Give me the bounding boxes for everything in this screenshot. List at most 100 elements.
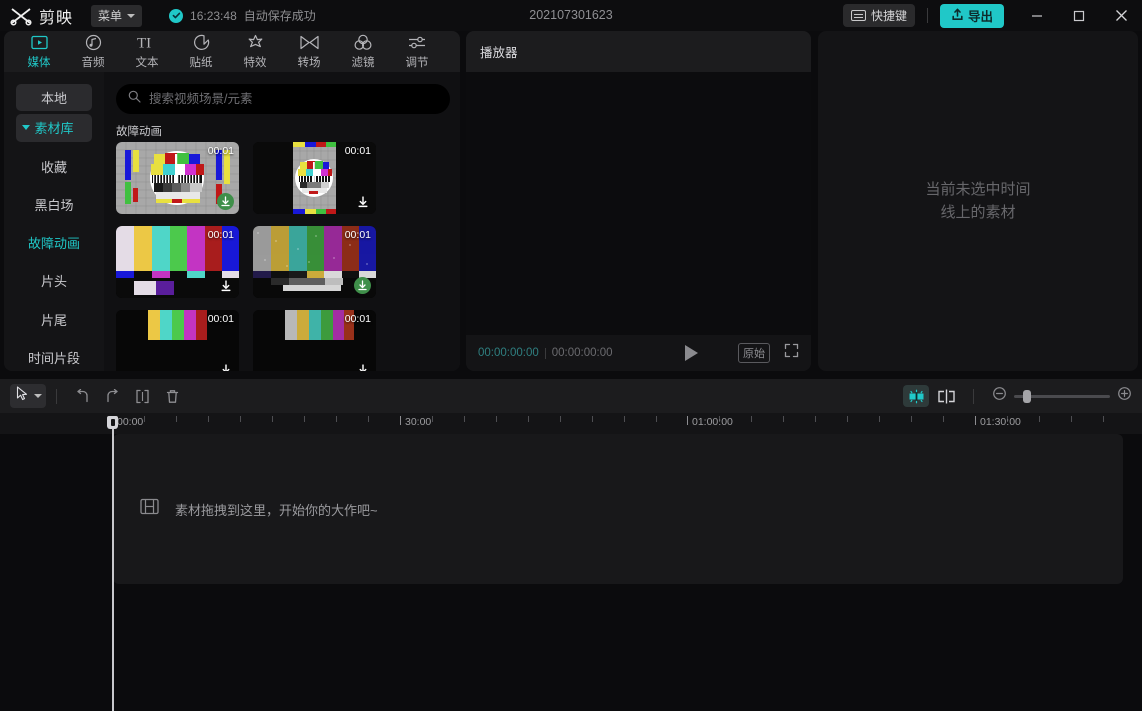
empty-line-2: 线上的素材	[925, 201, 1030, 224]
sidebar-item-label: 素材库	[34, 118, 73, 137]
inspector-empty-message: 当前未选中时间 线上的素材	[925, 178, 1030, 225]
tab-label: 贴纸	[190, 54, 213, 70]
upload-icon	[951, 8, 964, 24]
player-controls: 00:00:00:00 00:00:00:00 原始	[466, 335, 811, 371]
asset-cell[interactable]: 00:01	[116, 142, 239, 214]
delete-button[interactable]	[157, 384, 187, 408]
tab-filter[interactable]: 滤镜	[336, 31, 390, 72]
tab-label: 特效	[244, 54, 267, 70]
dropzone-label: 素材拖拽到这里，开始你的大作吧~	[175, 500, 378, 519]
sidebar-item-label: 时间片段	[28, 348, 80, 367]
tab-sticker[interactable]: 贴纸	[174, 31, 228, 72]
timeline-right-tools	[903, 384, 1132, 408]
timeline-area: 00:00 30:00 01:00:00 01:30:00 素材拖拽到这里，开始…	[0, 379, 1142, 711]
autosave-time: 16:23:48	[190, 9, 237, 23]
asset-duration: 00:01	[345, 229, 371, 241]
menu-button[interactable]: 菜单	[91, 5, 142, 27]
asset-duration: 00:01	[345, 313, 371, 325]
zoom-slider-handle[interactable]	[1023, 390, 1031, 403]
tab-transition[interactable]: 转场	[282, 31, 336, 72]
current-timecode: 00:00:00:00	[478, 347, 539, 359]
zoom-out-icon[interactable]	[992, 386, 1007, 406]
close-button[interactable]	[1100, 0, 1142, 31]
tab-adjust[interactable]: 调节	[390, 31, 444, 72]
ruler-label: 00:00	[117, 416, 143, 428]
tab-audio[interactable]: 音频	[66, 31, 120, 72]
sidebar-item-glitch[interactable]: 故障动画	[16, 229, 92, 256]
download-icon[interactable]	[354, 193, 371, 210]
shortcuts-button[interactable]: 快捷键	[843, 4, 915, 27]
download-icon[interactable]	[354, 361, 371, 371]
title-bar: 剪映 菜单 16:23:48 自动保存成功 202107301623 快捷键	[0, 0, 1142, 31]
sidebar-item-blackwhite[interactable]: 黑白场	[16, 191, 92, 218]
ruler-label: 01:30:00	[980, 416, 1021, 428]
titlebar-right-controls: 快捷键 导出	[843, 0, 1142, 31]
audio-note-icon	[85, 33, 102, 52]
divider	[973, 389, 974, 404]
sidebar-item-ending[interactable]: 片尾	[16, 306, 92, 333]
svg-text:TI: TI	[137, 36, 151, 51]
tab-text[interactable]: TI 文本	[120, 31, 174, 72]
maximize-button[interactable]	[1058, 0, 1100, 31]
sidebar-item-opening[interactable]: 片头	[16, 267, 92, 294]
sidebar-item-library[interactable]: 素材库	[16, 114, 92, 141]
asset-cell[interactable]: 00:01	[116, 310, 239, 371]
divider	[927, 8, 928, 23]
text-ti-icon: TI	[136, 33, 158, 52]
export-label: 导出	[968, 6, 993, 25]
download-icon[interactable]	[217, 361, 234, 371]
split-button[interactable]	[127, 384, 157, 408]
undo-button[interactable]	[67, 384, 97, 408]
autosave-text: 自动保存成功	[244, 7, 316, 24]
transition-icon	[300, 33, 319, 52]
quality-button[interactable]: 原始	[738, 343, 770, 363]
media-library-panel: 媒体 音频 TI 文本 贴纸	[4, 31, 460, 371]
library-body: 本地 素材库 收藏 黑白场 故障动画 片头	[4, 72, 460, 371]
cursor-icon	[16, 386, 29, 406]
asset-cell[interactable]: 00:01	[253, 310, 376, 371]
timeline-tracks: 素材拖拽到这里，开始你的大作吧~	[0, 434, 1142, 711]
tab-media[interactable]: 媒体	[12, 31, 66, 72]
search-icon	[128, 90, 141, 108]
jianying-window: 剪映 菜单 16:23:48 自动保存成功 202107301623 快捷键	[0, 0, 1142, 711]
asset-duration: 00:01	[208, 145, 234, 157]
playhead-handle[interactable]	[107, 416, 118, 429]
autosave-status: 16:23:48 自动保存成功	[169, 7, 316, 24]
tab-label: 调节	[406, 54, 429, 70]
timeline-dropzone[interactable]: 素材拖拽到这里，开始你的大作吧~	[113, 434, 1123, 584]
sidebar-item-label: 故障动画	[28, 233, 80, 252]
tab-label: 音频	[82, 54, 105, 70]
timeline-ruler[interactable]: 00:00 30:00 01:00:00 01:30:00	[0, 413, 1142, 434]
zoom-slider[interactable]	[1014, 395, 1110, 398]
asset-cell[interactable]: 00:01	[253, 226, 376, 298]
search-bar[interactable]	[116, 84, 450, 114]
divider	[56, 389, 57, 404]
auto-snap-button[interactable]	[903, 385, 929, 407]
asset-cell[interactable]: 00:01	[253, 142, 376, 214]
redo-button[interactable]	[97, 384, 127, 408]
effects-sparkle-icon	[247, 33, 264, 52]
fullscreen-icon[interactable]	[784, 343, 799, 363]
minimize-button[interactable]	[1016, 0, 1058, 31]
clip-mirror-button[interactable]	[931, 384, 961, 408]
select-tool-button[interactable]	[10, 384, 46, 408]
asset-cell[interactable]: 00:01	[116, 226, 239, 298]
search-input[interactable]	[149, 92, 438, 106]
download-icon[interactable]	[354, 277, 371, 294]
download-icon[interactable]	[217, 193, 234, 210]
asset-browser: 故障动画	[104, 72, 460, 371]
player-stage[interactable]	[466, 72, 811, 335]
download-icon[interactable]	[217, 277, 234, 294]
sidebar-item-local[interactable]: 本地	[16, 84, 92, 111]
play-icon[interactable]	[685, 345, 698, 361]
export-button[interactable]: 导出	[940, 4, 1004, 28]
tab-effects[interactable]: 特效	[228, 31, 282, 72]
sidebar-item-favorites[interactable]: 收藏	[16, 153, 92, 180]
sidebar-item-timeclip[interactable]: 时间片段	[16, 344, 92, 371]
chevron-down-icon	[34, 394, 42, 398]
triangle-expanded-icon	[22, 125, 30, 130]
zoom-in-icon[interactable]	[1117, 386, 1132, 406]
filter-circles-icon	[354, 33, 372, 52]
shortcuts-label: 快捷键	[871, 7, 907, 24]
sidebar-item-label: 片头	[41, 271, 67, 290]
